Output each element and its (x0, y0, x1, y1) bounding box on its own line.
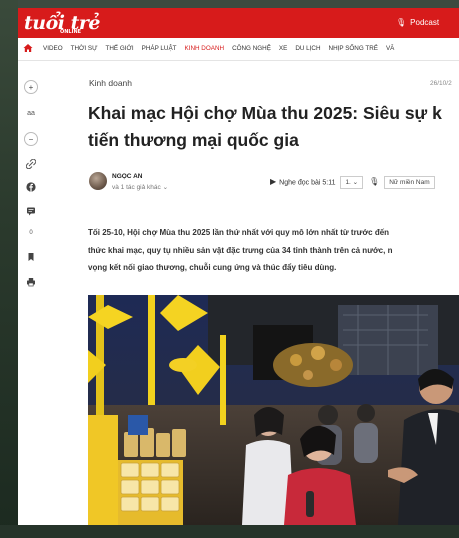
microphone-icon: 🎙 (396, 18, 407, 27)
nav-item-3[interactable]: THẾ GIỚI (105, 45, 133, 52)
speed-select[interactable]: 1. ⌄ (340, 176, 364, 189)
nav-item-4[interactable]: PHÁP LUẬT (142, 45, 177, 52)
nav-item-6[interactable]: CÔNG NGHỆ (232, 45, 271, 52)
more-authors-label: và 1 tác giả khác (112, 184, 161, 191)
audio-duration: 5:11 (322, 179, 336, 187)
nav-item-2[interactable]: THỜI SỰ (71, 45, 98, 52)
nav-item-9[interactable]: NHỊP SỐNG TRẺ (329, 45, 378, 52)
article-date: 26/10/2 (430, 80, 452, 87)
voice-select[interactable]: Nữ miền Nam (384, 176, 435, 189)
nav-item-5[interactable]: KINH DOANH (185, 45, 225, 52)
font-size-icon[interactable]: aa (24, 106, 38, 120)
decrease-font-icon[interactable]: − (24, 132, 38, 146)
author-avatar[interactable] (89, 172, 107, 190)
background-bottom (0, 525, 459, 538)
bookmark-icon[interactable] (24, 250, 38, 264)
main-nav: VIDEO THỜI SỰ THẾ GIỚI PHÁP LUẬT KINH DOANH C… (18, 38, 459, 61)
nav-item-1[interactable]: VIDEO (43, 45, 63, 52)
intro-line-2: thức khai mạc, quy tụ nhiều sản vật đặc … (88, 245, 393, 255)
author-name[interactable]: NGỌC AN (112, 173, 142, 180)
fair-booth-photo (88, 295, 459, 525)
article-title-line-2: tiến thương mại quốc gia (88, 130, 299, 150)
listen-label[interactable]: Nghe đọc bài (279, 179, 320, 186)
voice-icon: 🎙 (369, 177, 380, 187)
browser-page: tuổi trẻ ONLINE 🎙 Podcast VIDEO THỜI SỰ THẾ… (18, 8, 459, 525)
nav-item-8[interactable]: DU LỊCH (295, 45, 320, 52)
play-icon[interactable]: ▶ (270, 177, 276, 186)
print-icon[interactable] (24, 275, 38, 289)
speed-value: 1. (345, 179, 351, 186)
intro-line-1: Tối 25-10, Hội chợ Mùa thu 2025 lần thứ … (88, 228, 390, 237)
podcast-link[interactable]: 🎙 Podcast (396, 18, 439, 27)
home-icon[interactable] (23, 43, 33, 53)
article-title-line-1: Khai mạc Hội chợ Mùa thu 2025: Siêu sự k (88, 103, 442, 123)
increase-font-icon[interactable]: + (24, 80, 38, 94)
background-left (0, 0, 18, 538)
facebook-icon[interactable] (24, 180, 38, 194)
podcast-label: Podcast (410, 18, 440, 27)
article-hero-photo[interactable] (88, 295, 459, 525)
audio-player: ▶ Nghe đọc bài 5:11 1. ⌄ 🎙 Nữ miền Nam (270, 176, 435, 190)
nav-item-7[interactable]: XE (279, 45, 287, 52)
site-logo[interactable]: tuổi trẻ ONLINE (24, 12, 100, 35)
comment-count: 0 (29, 230, 33, 236)
article-title: Khai mạc Hội chợ Mùa thu 2025: Siêu sự k… (88, 100, 459, 154)
background-top (0, 0, 459, 8)
comment-icon[interactable] (24, 204, 38, 218)
voice-value: Nữ miền Nam (389, 179, 430, 186)
article-intro: Tối 25-10, Hội chợ Mùa thu 2025 lần thứ … (88, 224, 459, 277)
logo-subtext: ONLINE (60, 29, 82, 35)
nav-item-10[interactable]: VĂ (386, 45, 394, 52)
link-icon[interactable] (24, 157, 38, 171)
more-authors-toggle[interactable]: và 1 tác giả khác ⌄ (112, 183, 168, 191)
intro-line-3: vọng kết nối giao thương, chuỗi cung ứng… (88, 263, 337, 272)
chevron-down-icon: ⌄ (162, 184, 169, 191)
site-header: tuổi trẻ ONLINE 🎙 Podcast (18, 8, 459, 38)
article-category[interactable]: Kinh doanh (89, 78, 132, 88)
nav-items: VIDEO THỜI SỰ THẾ GIỚI PHÁP LUẬT KINH DOANH C… (43, 45, 402, 52)
